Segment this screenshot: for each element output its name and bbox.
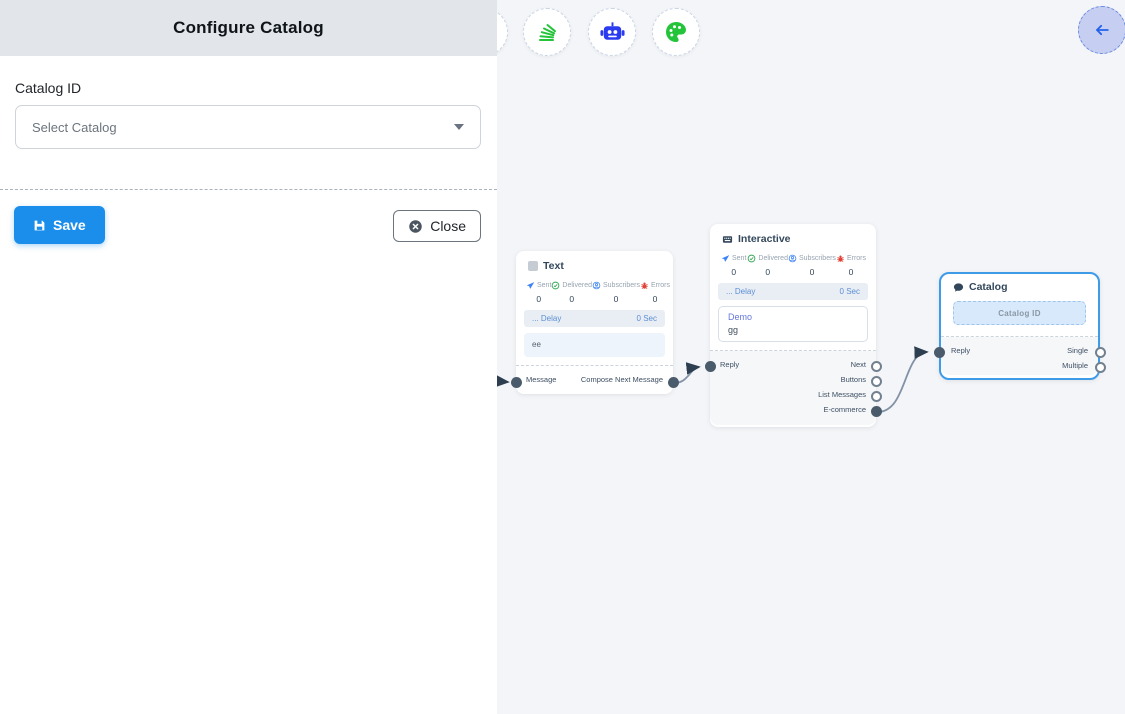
stat-subscribers: Subscribers 0 [592,281,640,304]
output-handle-single[interactable] [1095,347,1106,358]
delay-label: ... Delay [532,314,561,323]
arrow-left-icon [1092,20,1112,40]
chat-bubble-icon [953,282,964,293]
delay-row[interactable]: ... Delay 0 Sec [718,283,868,300]
port-label-multiple: Multiple [1062,361,1088,370]
toolbar-button-bot[interactable] [588,8,636,56]
panel-header: Configure Catalog [0,0,497,56]
node-title: Interactive [738,233,791,245]
stat-delivered: Delivered 0 [551,281,592,304]
stat-delivered: Delivered 0 [747,254,788,277]
stats-row: Sent 0 Delivered 0 Subscribers 0 Errors … [710,245,876,277]
ports-footer: Reply Single Multiple [941,337,1098,375]
robot-icon [599,20,626,44]
output-handle-compose-next-message[interactable] [668,377,679,388]
edge-offscreen-to-text [497,381,508,382]
port-row: Multiple [941,358,1098,373]
node-catalog[interactable]: Catalog Catalog ID Reply Single Multiple [939,272,1100,380]
catalog-id-placeholder[interactable]: Catalog ID [953,301,1086,325]
flow-canvas[interactable]: Text Sent 0 Delivered 0 Subscribers 0 Er… [497,0,1125,714]
panel-actions: Save Close [0,190,497,244]
toolbar-button-palette[interactable] [652,8,700,56]
catalog-select-value: Select Catalog [32,120,454,135]
node-catalog-header: Catalog [941,274,1098,293]
delay-value: 0 Sec [637,314,657,323]
bug-icon [836,254,845,263]
edge-interactive-to-catalog [877,352,927,412]
node-text[interactable]: Text Sent 0 Delivered 0 Subscribers 0 Er… [516,251,673,394]
close-button-label: Close [430,218,466,234]
palette-icon [664,20,688,44]
stat-subscribers: Subscribers 0 [788,254,836,277]
ports-row: Message Compose Next Message [516,366,673,394]
card-title: Demo [728,312,858,322]
node-text-header: Text [516,251,673,272]
chevron-down-icon [454,124,464,130]
save-icon [33,219,46,232]
stack-icon [535,20,559,44]
card-text: gg [728,325,858,335]
port-label-reply: Reply [951,346,970,355]
text-block-icon [528,261,538,271]
node-interactive-header: Interactive [710,224,876,245]
page-title: Configure Catalog [173,18,324,38]
port-label-single: Single [1067,346,1088,355]
stat-errors: Errors 0 [836,254,866,277]
port-row: Buttons [710,372,876,387]
node-interactive[interactable]: Interactive Sent 0 Delivered 0 Subscribe… [710,224,876,427]
port-label-reply: Reply [720,360,739,369]
port-label-buttons: Buttons [841,375,866,384]
save-button-label: Save [53,217,86,233]
output-handle-buttons[interactable] [871,376,882,387]
keyboard-icon [722,234,733,245]
port-label-next: Next [851,360,866,369]
check-circle-icon [747,254,756,263]
message-preview[interactable]: ee [524,333,665,357]
port-label-message: Message [526,375,556,384]
toolbar-button-partial[interactable] [497,8,508,56]
input-handle-reply[interactable] [705,361,716,372]
config-panel: Configure Catalog Catalog ID Select Cata… [0,0,497,714]
port-row: Reply Single [941,343,1098,358]
save-button[interactable]: Save [14,206,105,244]
panel-body: Catalog ID Select Catalog [0,80,497,149]
node-title: Text [543,260,564,272]
check-circle-icon [551,281,560,290]
send-icon [526,281,535,290]
close-icon [408,219,423,234]
close-button[interactable]: Close [393,210,481,242]
stat-sent: Sent 0 [526,281,551,304]
input-handle-message[interactable] [511,377,522,388]
subscriber-icon [788,254,797,263]
port-label-list-messages: List Messages [818,390,866,399]
port-row: E-commerce [710,402,876,417]
stat-sent: Sent 0 [720,254,747,277]
input-handle-reply[interactable] [934,347,945,358]
interactive-message-card[interactable]: Demo gg [718,306,868,342]
subscriber-icon [592,281,601,290]
port-label-compose-next-message: Compose Next Message [581,375,663,384]
output-handle-multiple[interactable] [1095,362,1106,373]
output-handle-next[interactable] [871,361,882,372]
collapse-panel-button[interactable] [1078,6,1125,54]
delay-value: 0 Sec [840,287,860,296]
output-handle-list-messages[interactable] [871,391,882,402]
delay-row[interactable]: ... Delay 0 Sec [524,310,665,327]
output-handle-e-commerce[interactable] [871,406,882,417]
port-label-e-commerce: E-commerce [823,405,866,414]
catalog-select[interactable]: Select Catalog [15,105,481,149]
node-title: Catalog [969,281,1008,293]
port-row: List Messages [710,387,876,402]
catalog-id-label: Catalog ID [15,80,481,96]
send-icon [721,254,730,263]
stat-errors: Errors 0 [640,281,670,304]
bug-icon [640,281,649,290]
toolbar-button-stack[interactable] [523,8,571,56]
delay-label: ... Delay [726,287,755,296]
stats-row: Sent 0 Delivered 0 Subscribers 0 Errors … [516,272,673,304]
port-row: Reply Next [710,357,876,372]
ports-footer: Reply Next Buttons List Messages E-comme… [710,351,876,425]
